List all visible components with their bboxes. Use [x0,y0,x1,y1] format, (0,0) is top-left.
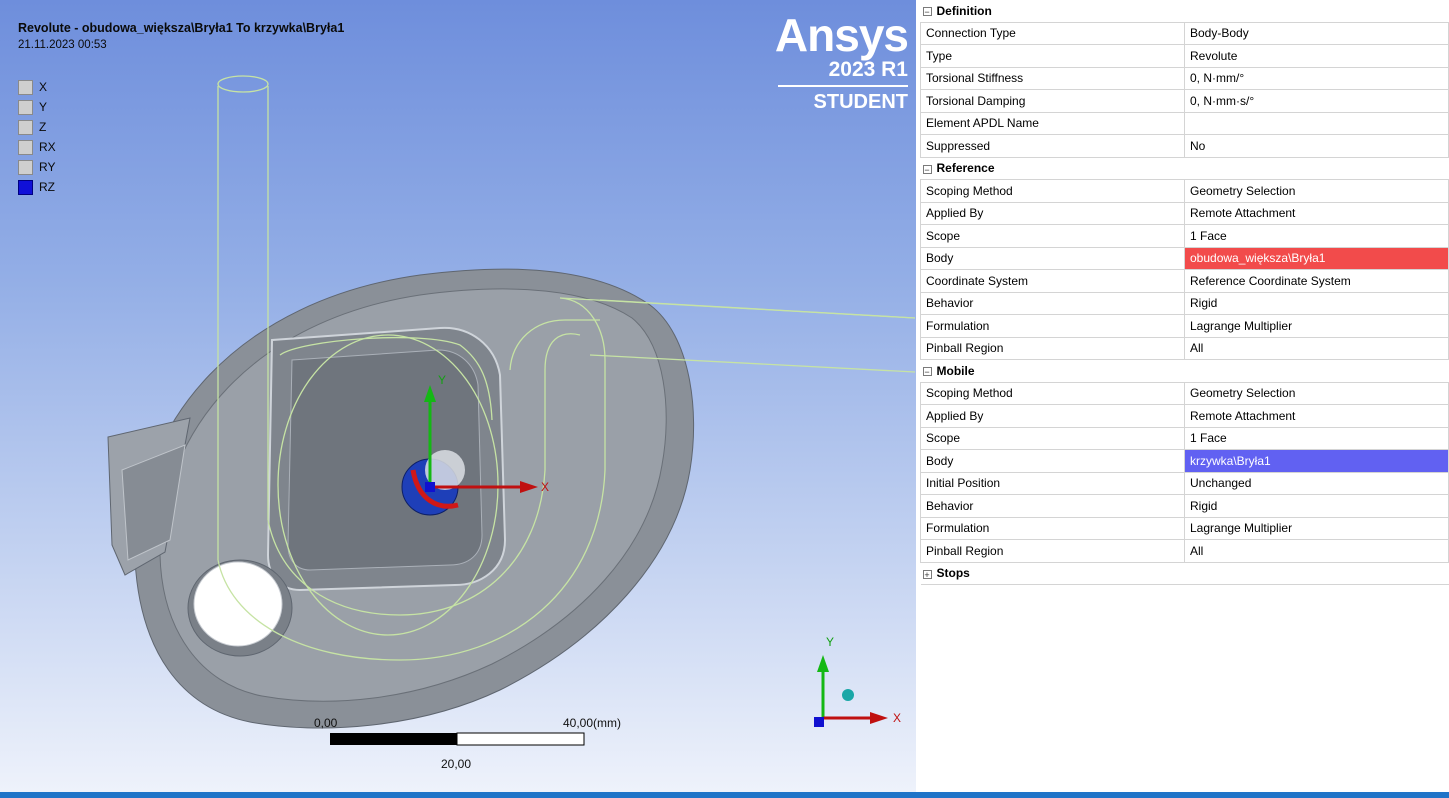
table-row[interactable]: Formulation Lagrange Multiplier [920,314,1449,338]
table-row[interactable]: Coordinate System Reference Coordinate Sy… [920,269,1449,293]
dof-swatch-active [18,179,33,195]
dof-swatch [18,139,33,155]
table-row[interactable]: Torsional Stiffness 0, N·mm/° [920,66,1449,90]
viewport-date: 21.11.2023 00:53 [18,39,107,51]
csys-x-label: X [541,480,549,494]
table-row[interactable]: Pinball Region All [920,539,1449,563]
group-reference[interactable]: − Reference [920,157,1449,180]
group-stops[interactable]: + Stops [920,562,1449,585]
mobile-body-value: krzywka\Bryła1 [1184,449,1449,473]
dof-item-y: Y [18,97,56,117]
collapse-icon[interactable]: − [922,367,932,377]
expand-icon[interactable]: + [922,569,932,579]
table-row[interactable]: Element APDL Name [920,111,1449,135]
dof-swatch [18,119,33,135]
table-row[interactable]: Connection Type Body-Body [920,21,1449,45]
dof-item-rx: RX [18,137,56,157]
dof-swatch [18,79,33,95]
model-view[interactable]: Y X Y X [0,0,916,792]
dof-item-z: Z [18,117,56,137]
svg-text:X: X [893,711,901,725]
brand-divider [778,85,908,87]
table-row[interactable]: Suppressed No [920,134,1449,158]
graphics-viewport[interactable]: Y X Y X Revolute - obudowa_większa\Bryła… [0,0,916,792]
global-triad: Y X [814,635,901,727]
dof-swatch [18,99,33,115]
table-row[interactable]: Body obudowa_większa\Bryła1 [920,246,1449,270]
dof-swatch [18,159,33,175]
brand-edition: STUDENT [813,91,908,113]
svg-text:Y: Y [826,635,834,649]
table-row[interactable]: Scope 1 Face [920,426,1449,450]
reference-body-value: obudowa_większa\Bryła1 [1184,246,1449,270]
csys-y-label: Y [438,373,446,387]
table-row[interactable]: Formulation Lagrange Multiplier [920,516,1449,540]
dof-legend: X Y Z RX RY RZ [18,77,56,197]
scale-start-label: 0,00 [314,716,338,730]
dof-item-rz: RZ [18,177,56,197]
brand-version: 2023 R1 [828,58,908,81]
scale-bar [330,732,585,746]
scale-mid-label: 20,00 [441,757,472,771]
table-row[interactable]: Torsional Damping 0, N·mm·s/° [920,89,1449,113]
table-row[interactable]: Scope 1 Face [920,224,1449,248]
group-definition[interactable]: − Definition [920,0,1449,23]
ansys-logo: Ansys 2023 R1 STUDENT [770,9,909,113]
table-row[interactable]: Initial Position Unchanged [920,471,1449,495]
collapse-icon[interactable]: − [922,7,932,17]
table-row[interactable]: Behavior Rigid [920,291,1449,315]
viewport-title: Revolute - obudowa_większa\Bryła1 To krz… [18,21,345,35]
details-table: − Definition Connection Type Body-Body Typ… [920,0,1449,585]
table-row[interactable]: Scoping Method Geometry Selection [920,381,1449,405]
brand-name: Ansys [774,9,909,61]
dof-item-ry: RY [18,157,56,177]
table-row[interactable]: Behavior Rigid [920,494,1449,518]
details-panel: − Definition Connection Type Body-Body Typ… [920,0,1449,792]
scale-end-label: 40,00(mm) [563,716,622,730]
table-row[interactable]: Pinball Region All [920,336,1449,360]
table-row[interactable]: Applied By Remote Attachment [920,201,1449,225]
collapse-icon[interactable]: − [922,164,932,174]
dof-item-x: X [18,77,56,97]
status-bar [0,792,1449,798]
table-row[interactable]: Body krzywka\Bryła1 [920,449,1449,473]
group-mobile[interactable]: − Mobile [920,359,1449,383]
table-row[interactable]: Scoping Method Geometry Selection [920,179,1449,203]
table-row[interactable]: Applied By Remote Attachment [920,404,1449,428]
table-row[interactable]: Type Revolute [920,44,1449,68]
